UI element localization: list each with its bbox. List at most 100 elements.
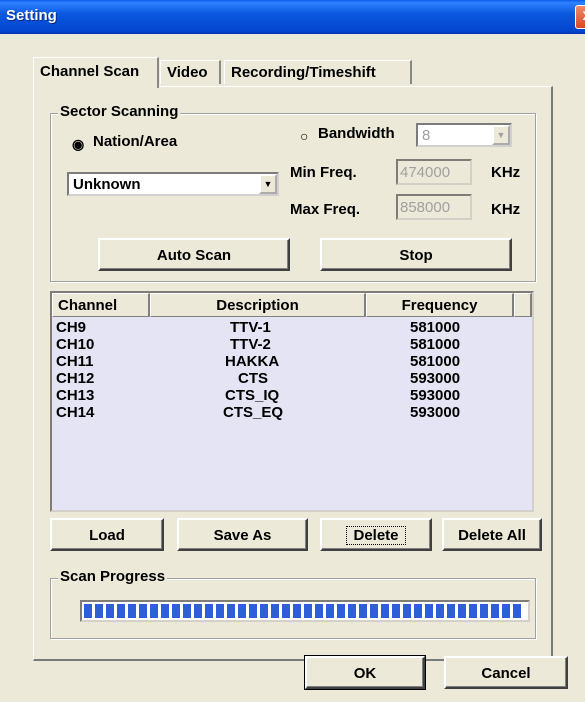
progress-block: [458, 604, 466, 618]
progress-block: [326, 604, 334, 618]
channel-list[interactable]: Channel Description Frequency CH9 TTV-1 …: [50, 291, 534, 512]
progress-block: [392, 604, 400, 618]
progress-block: [469, 604, 477, 618]
progress-block: [425, 604, 433, 618]
progress-block: [370, 604, 378, 618]
channel-rows: CH9 TTV-1 581000 CH10 TTV-2 581000 CH11 …: [52, 319, 532, 421]
progress-block: [403, 604, 411, 618]
settings-dialog: Setting x Channel Scan Video Recording/T…: [0, 0, 585, 702]
progress-block: [139, 604, 147, 618]
table-row[interactable]: CH13 CTS_IQ 593000: [52, 387, 532, 404]
max-freq-label: Max Freq.: [290, 201, 361, 218]
progress-block: [491, 604, 499, 618]
progress-block: [249, 604, 257, 618]
progress-block: [106, 604, 114, 618]
delete-all-button[interactable]: Delete All: [442, 518, 542, 551]
description-cell: CTS: [238, 370, 268, 387]
progress-block: [348, 604, 356, 618]
delete-button[interactable]: Delete: [320, 518, 432, 551]
title-bar[interactable]: Setting x: [0, 0, 585, 34]
sector-scanning-label: Sector Scanning: [58, 103, 181, 120]
progress-block: [315, 604, 323, 618]
bandwidth-radio[interactable]: ○: [300, 129, 312, 143]
channel-cell: CH12: [56, 370, 95, 387]
load-button[interactable]: Load: [50, 518, 164, 551]
max-freq-field[interactable]: 858000: [396, 194, 472, 220]
column-description[interactable]: Description: [150, 293, 366, 317]
channel-list-header: Channel Description Frequency: [52, 293, 532, 317]
progress-block: [194, 604, 202, 618]
table-row[interactable]: CH9 TTV-1 581000: [52, 319, 532, 336]
progress-block: [84, 604, 92, 618]
table-row[interactable]: CH10 TTV-2 581000: [52, 336, 532, 353]
tab-channel-scan[interactable]: Channel Scan: [33, 57, 159, 88]
description-cell: TTV-1: [230, 319, 271, 336]
frequency-cell: 581000: [410, 353, 461, 370]
table-row[interactable]: CH11 HAKKA 581000: [52, 353, 532, 370]
progress-block: [128, 604, 136, 618]
progress-block: [337, 604, 345, 618]
progress-block: [227, 604, 235, 618]
nation-area-radio[interactable]: ◉: [72, 137, 84, 151]
close-button[interactable]: x: [575, 5, 585, 29]
progress-block: [436, 604, 444, 618]
progress-block: [359, 604, 367, 618]
progress-block: [304, 604, 312, 618]
progress-block: [216, 604, 224, 618]
scan-progress-label: Scan Progress: [58, 568, 168, 585]
progress-block: [480, 604, 488, 618]
delete-button-label: Delete: [346, 526, 406, 545]
min-freq-field[interactable]: 474000: [396, 159, 472, 185]
max-freq-unit: KHz: [491, 201, 521, 218]
frequency-cell: 593000: [410, 370, 461, 387]
save-as-button[interactable]: Save As: [177, 518, 308, 551]
description-cell: CTS_IQ: [225, 387, 280, 404]
progress-block: [271, 604, 279, 618]
frequency-cell: 593000: [410, 387, 461, 404]
progress-block: [260, 604, 268, 618]
progress-block: [447, 604, 455, 618]
chevron-down-icon[interactable]: ▼: [259, 174, 277, 194]
frequency-cell: 581000: [410, 319, 461, 336]
bandwidth-select[interactable]: 8 ▼: [416, 123, 512, 147]
description-cell: CTS_EQ: [223, 404, 284, 421]
bandwidth-value: 8: [422, 127, 431, 144]
column-spacer: [514, 293, 532, 317]
scan-progress-fill: [84, 604, 521, 618]
progress-block: [282, 604, 290, 618]
progress-block: [502, 604, 510, 618]
tab-video[interactable]: Video: [160, 60, 221, 84]
nation-area-select[interactable]: Unknown ▼: [67, 172, 279, 196]
progress-block: [172, 604, 180, 618]
table-row[interactable]: CH14 CTS_EQ 593000: [52, 404, 532, 421]
min-freq-label: Min Freq.: [290, 164, 357, 181]
description-cell: TTV-2: [230, 336, 271, 353]
column-channel[interactable]: Channel: [52, 293, 150, 317]
min-freq-unit: KHz: [491, 164, 521, 181]
progress-block: [205, 604, 213, 618]
frequency-cell: 593000: [410, 404, 461, 421]
channel-cell: CH9: [56, 319, 87, 336]
tab-recording-timeshift[interactable]: Recording/Timeshift: [224, 60, 412, 84]
channel-cell: CH14: [56, 404, 95, 421]
chevron-down-icon[interactable]: ▼: [492, 125, 510, 145]
auto-scan-button[interactable]: Auto Scan: [98, 238, 290, 271]
stop-button[interactable]: Stop: [320, 238, 512, 271]
progress-block: [95, 604, 103, 618]
column-frequency[interactable]: Frequency: [366, 293, 514, 317]
progress-block: [183, 604, 191, 618]
table-row[interactable]: CH12 CTS 593000: [52, 370, 532, 387]
progress-block: [414, 604, 422, 618]
nation-area-label: Nation/Area: [93, 133, 178, 150]
progress-block: [117, 604, 125, 618]
progress-block: [238, 604, 246, 618]
progress-block: [293, 604, 301, 618]
channel-cell: CH11: [56, 353, 94, 370]
scan-progress-bar: [80, 600, 530, 622]
channel-cell: CH13: [56, 387, 95, 404]
ok-button[interactable]: OK: [304, 655, 426, 690]
cancel-button[interactable]: Cancel: [444, 656, 568, 689]
progress-block: [150, 604, 158, 618]
nation-area-value: Unknown: [73, 176, 141, 193]
progress-block: [381, 604, 389, 618]
